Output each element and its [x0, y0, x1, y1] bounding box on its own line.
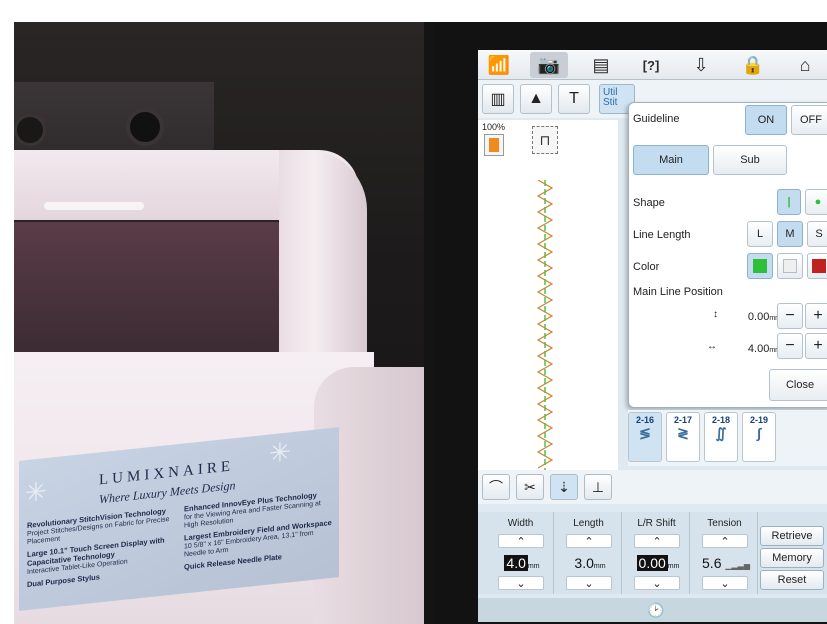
thread-color-icon [484, 134, 504, 156]
main-line-position-label: Main Line Position [633, 286, 723, 298]
width-down-button[interactable]: ⌄ [498, 576, 544, 590]
needle-icon[interactable]: T [558, 84, 590, 114]
close-button[interactable]: Close [769, 369, 827, 401]
color-green-button[interactable] [747, 253, 773, 279]
position-vertical-plus-button[interactable]: + [805, 303, 827, 329]
vertical-arrows-icon: ↕ [713, 309, 718, 320]
position-horizontal-plus-button[interactable]: + [805, 333, 827, 359]
width-label: Width [507, 518, 534, 529]
machine-arm-opening-light [14, 222, 304, 362]
tab-main[interactable]: Main [633, 145, 709, 175]
lr-shift-down-button[interactable]: ⌄ [634, 576, 680, 590]
document-icon[interactable]: ▤ [582, 52, 620, 78]
line-length-s-button[interactable]: S [807, 221, 827, 247]
camera-icon[interactable]: 📷 [530, 52, 568, 78]
position-vertical-minus-button[interactable]: − [777, 303, 803, 329]
help-icon[interactable]: [?] [632, 52, 670, 78]
position-vertical-value: 0.00mm [747, 311, 781, 323]
map-icon[interactable]: ▥ [482, 84, 514, 114]
features-left: Revolutionary StitchVision Technology Pro… [27, 506, 177, 590]
length-setting: Length ⌃ 3.0mm ⌄ [556, 512, 622, 594]
color-red-button[interactable] [807, 253, 827, 279]
stitch-chip[interactable]: 2-17 ≷ [666, 412, 700, 462]
line-length-m-button[interactable]: M [777, 221, 803, 247]
length-label: Length [573, 518, 604, 529]
stitch-selection-row: 2-16 ≶ 2-17 ≷ 2-18 ∬ 2-19 ∫ [628, 410, 827, 466]
width-value: 4.0 mm [504, 555, 540, 571]
stitch-chip[interactable]: 2-18 ∬ [704, 412, 738, 462]
lr-shift-up-button[interactable]: ⌃ [634, 534, 680, 548]
stitch-preview [536, 180, 554, 470]
swatch-red [812, 259, 826, 273]
presser-foot-icon: ⊓ [532, 126, 558, 154]
lr-shift-setting: L/R Shift ⌃ 0.00 mm ⌄ [624, 512, 690, 594]
tension-label: Tension [707, 518, 742, 529]
line-length-l-button[interactable]: L [747, 221, 773, 247]
thread-icon[interactable]: ⇩ [682, 52, 720, 78]
stitch-chip[interactable]: 2-16 ≶ [628, 412, 662, 462]
length-down-button[interactable]: ⌄ [566, 576, 612, 590]
reset-button[interactable]: Reset [760, 570, 824, 590]
length-up-button[interactable]: ⌃ [566, 534, 612, 548]
tension-up-button[interactable]: ⌃ [702, 534, 748, 548]
photo: ✳ ✳ LUMIXNAIRE Where Luxury Meets Design… [14, 22, 827, 624]
sparkle-icon: ✳ [269, 436, 291, 469]
guideline-on-button[interactable]: ON [745, 105, 787, 135]
tension-setting: Tension ⌃ 5.6 ▁▂▃▅ ⌄ [692, 512, 758, 594]
features-right: Enhanced InnovEye Plus Technology for the… [184, 490, 334, 573]
machine-sensor [14, 114, 46, 146]
horizontal-arrows-icon: ↔ [707, 341, 717, 352]
action-icon-row: ⌒ ✂ ⇣ ⊥ [478, 470, 827, 504]
color-white-button[interactable] [777, 253, 803, 279]
swatch-green [753, 259, 767, 273]
guideline-off-button[interactable]: OFF [791, 105, 827, 135]
scissors-icon[interactable]: ✂ [516, 474, 544, 500]
presser-foot-lift-icon[interactable]: ⊥ [584, 474, 612, 500]
memory-button[interactable]: Memory [760, 548, 824, 568]
tension-value: 5.6 ▁▂▃▅ [702, 555, 750, 571]
retrieve-button[interactable]: Retrieve [760, 526, 824, 546]
length-value: 3.0mm [574, 555, 606, 571]
shape-dot-button[interactable]: ● [805, 189, 827, 215]
swatch-white [783, 259, 797, 273]
clock-icon: 🕑 [647, 601, 665, 618]
stitch-chip[interactable]: 2-19 ∫ [742, 412, 776, 462]
position-horizontal-value: 4.00mm [747, 343, 781, 355]
screen-top-bar: 📶 📷 ▤ [?] ⇩ 🔒 ⌂ [478, 50, 827, 80]
machine-camera-lens [126, 108, 164, 146]
lr-shift-value: 0.00 mm [636, 555, 680, 571]
tension-down-button[interactable]: ⌄ [702, 576, 748, 590]
stitch-preview-area: 100% ⊓ [478, 120, 618, 470]
sparkle-icon: ✳ [25, 475, 47, 509]
status-bar: 🕑 [478, 598, 827, 622]
thread-cut-arch-icon[interactable]: ⌒ [482, 474, 510, 500]
shape-line-button[interactable]: | [777, 189, 801, 215]
guideline-label: Guideline [633, 113, 680, 125]
shape-label: Shape [633, 197, 665, 209]
stitch-settings: Width ⌃ 4.0 mm ⌄ Length ⌃ 3.0mm ⌄ L/R Shi… [478, 512, 827, 594]
zoom-level: 100% [482, 122, 506, 132]
photo-frame: ✳ ✳ LUMIXNAIRE Where Luxury Meets Design… [0, 0, 827, 624]
width-up-button[interactable]: ⌃ [498, 534, 544, 548]
width-setting: Width ⌃ 4.0 mm ⌄ [488, 512, 554, 594]
tension-scale-icon: ▁▂▃▅ [725, 561, 750, 570]
bobbin-icon[interactable]: ▲ [520, 84, 552, 114]
home-icon[interactable]: ⌂ [786, 52, 824, 78]
color-label: Color [633, 261, 660, 273]
guideline-panel: Guideline ON OFF Main Sub Shape | ● Line… [628, 102, 827, 408]
wifi-icon[interactable]: 📶 [480, 52, 518, 78]
lock-icon[interactable]: 🔒 [734, 52, 772, 78]
position-horizontal-minus-button[interactable]: − [777, 333, 803, 359]
tab-sub[interactable]: Sub [713, 145, 787, 175]
machine-touch-screen: 📶 📷 ▤ [?] ⇩ 🔒 ⌂ ▥ ▲ T Util Stit 100% ⊓ G… [478, 50, 827, 622]
lamp-glow [44, 202, 144, 210]
lr-shift-label: L/R Shift [637, 518, 676, 529]
needle-position-icon[interactable]: ⇣ [550, 474, 578, 500]
line-length-label: Line Length [633, 229, 691, 241]
